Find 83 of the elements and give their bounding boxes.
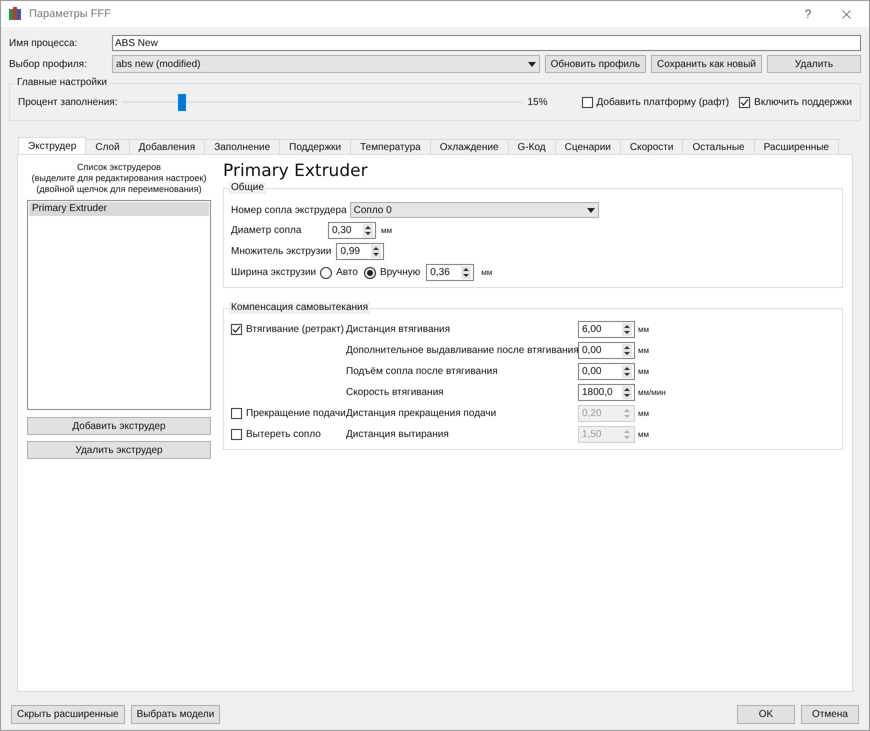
nozzle-dropdown[interactable]: Сопло 0 bbox=[350, 202, 599, 218]
tab[interactable]: Скорости bbox=[620, 139, 684, 154]
extruder-title: Primary Extruder bbox=[223, 161, 369, 181]
tab[interactable]: Сценарии bbox=[554, 139, 621, 154]
spin-box[interactable]: 0,00 bbox=[578, 342, 635, 359]
list-item[interactable]: Primary Extruder bbox=[29, 202, 209, 216]
spin-box[interactable]: 1800,0 bbox=[578, 384, 635, 401]
group-title: Компенсация самовытекания bbox=[229, 302, 370, 314]
field-label: Ширина экструзии bbox=[231, 266, 316, 280]
check-icon bbox=[232, 325, 241, 334]
list-caption: (выделите для редактирования настроек) bbox=[30, 173, 208, 184]
push-button[interactable]: Удалить bbox=[767, 55, 861, 73]
field-label: Выбор профиля: bbox=[9, 58, 88, 72]
radio-label: Вручную bbox=[380, 266, 420, 280]
push-button[interactable]: Отмена bbox=[801, 705, 859, 724]
spin-box[interactable]: 0,30 bbox=[328, 222, 376, 239]
radio-label: Авто bbox=[336, 266, 358, 280]
group-title: Общие bbox=[229, 182, 266, 194]
push-button[interactable]: OK bbox=[737, 705, 795, 724]
spin-box[interactable]: 0,00 bbox=[578, 363, 635, 380]
field-label: Дистанция прекращения подачи bbox=[346, 407, 498, 421]
spin-arrows-icon bbox=[622, 407, 632, 420]
field-label: Диаметр сопла bbox=[231, 224, 302, 238]
radio-button[interactable] bbox=[320, 266, 332, 278]
checkbox[interactable]: Втягивание (ретракт) bbox=[231, 322, 346, 337]
unit-label: мм bbox=[638, 428, 649, 440]
app-logo-icon bbox=[9, 7, 21, 21]
unit-label: мм bbox=[638, 344, 649, 356]
spin-arrows-icon bbox=[371, 245, 382, 258]
field-label: Имя процесса: bbox=[9, 36, 78, 50]
field-label: Дистанция втягивания bbox=[346, 323, 452, 337]
spin-box[interactable]: 6,00 bbox=[578, 321, 635, 338]
checkbox[interactable]: Добавить платформу (рафт) bbox=[582, 94, 730, 110]
push-button[interactable]: Добавить экструдер bbox=[27, 417, 211, 435]
radio-button[interactable] bbox=[364, 266, 376, 278]
field-label: Дистанция вытирания bbox=[346, 428, 450, 442]
process-name-field[interactable]: ABS New bbox=[112, 35, 861, 51]
field-label: Подъём сопла после втягивания bbox=[346, 365, 499, 379]
spin-arrows-icon bbox=[622, 386, 632, 399]
checkbox[interactable]: Включить поддержки bbox=[739, 94, 852, 110]
slider-label: Процент заполнения: bbox=[18, 96, 118, 110]
spin-arrows-icon bbox=[622, 365, 632, 378]
spin-box[interactable]: 0,99 bbox=[336, 243, 384, 260]
help-button[interactable]: ? bbox=[793, 5, 823, 23]
unit-label: мм bbox=[381, 224, 392, 236]
window-title: Параметры FFF bbox=[29, 6, 111, 22]
unit-label: мм bbox=[638, 366, 649, 378]
dropdown-arrow-icon bbox=[586, 208, 595, 212]
field-label: Скорость втягивания bbox=[346, 386, 445, 400]
group-title: Главные настройки bbox=[15, 77, 109, 89]
push-button[interactable]: Скрыть расширенные bbox=[11, 705, 125, 724]
spin-arrows-icon bbox=[622, 344, 632, 357]
unit-label: мм bbox=[638, 324, 649, 336]
push-button[interactable]: Обновить профиль bbox=[544, 55, 646, 73]
list-caption: Список экструдеров bbox=[76, 162, 162, 173]
spin-arrows-icon bbox=[363, 224, 373, 237]
tab[interactable]: Охлаждение bbox=[430, 139, 509, 154]
slider-thumb[interactable] bbox=[178, 94, 186, 110]
spin-arrows-icon bbox=[622, 323, 632, 336]
profile-dropdown[interactable]: abs new (modified) bbox=[112, 55, 540, 73]
field-label: Множитель экструзии bbox=[231, 245, 332, 259]
push-button[interactable]: Выбрать модели bbox=[130, 705, 220, 724]
unit-label: мм bbox=[481, 266, 492, 278]
unit-label: мм bbox=[638, 408, 649, 420]
tab[interactable]: Добавления bbox=[128, 139, 206, 154]
field-label: Номер сопла экструдера bbox=[231, 204, 347, 218]
push-button[interactable]: Удалить экструдер bbox=[27, 441, 211, 459]
tab[interactable]: Температура bbox=[350, 139, 431, 154]
tab[interactable]: Экструдер bbox=[18, 137, 86, 154]
spin-box[interactable]: 0,36 bbox=[426, 264, 474, 281]
spin-arrows-icon bbox=[461, 266, 472, 279]
push-button[interactable]: Сохранить как новый bbox=[651, 55, 762, 73]
check-icon bbox=[740, 98, 750, 106]
spin-arrows-icon bbox=[622, 428, 632, 441]
dropdown-arrow-icon bbox=[528, 62, 536, 66]
field-label: Дополнительное выдавливание после втягивания bbox=[346, 344, 578, 358]
tab[interactable]: Поддержки bbox=[279, 139, 352, 154]
slider-value: 15% bbox=[528, 96, 549, 110]
infill-slider[interactable] bbox=[122, 94, 522, 110]
tab[interactable]: Расширенные bbox=[754, 139, 839, 154]
unit-label: мм/мин bbox=[638, 386, 666, 398]
tab[interactable]: G-Код bbox=[508, 139, 556, 154]
list-caption: (двойной щелчок для переименования) bbox=[35, 184, 203, 195]
